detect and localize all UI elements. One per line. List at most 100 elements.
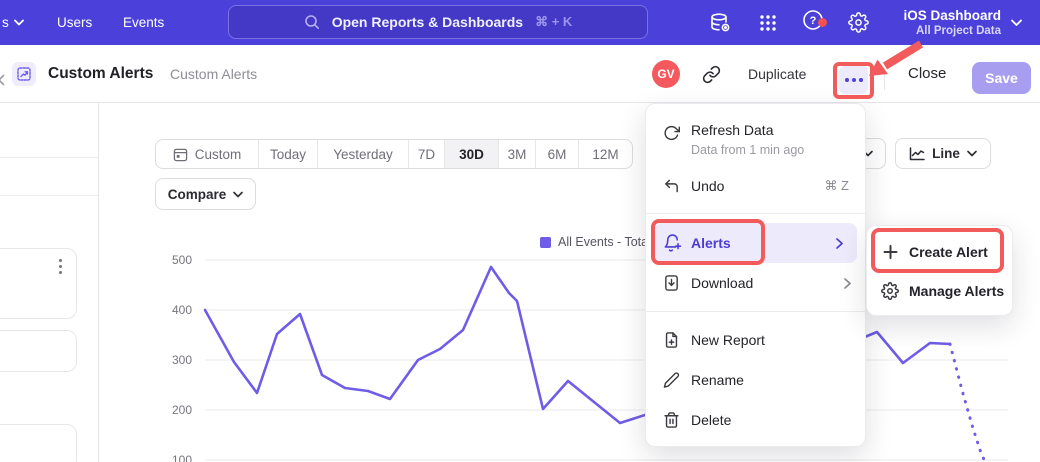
apps-grid-icon[interactable] <box>758 0 778 45</box>
trash-icon <box>663 412 680 429</box>
menu-item-rename[interactable]: Rename <box>646 360 865 400</box>
menu-item-refresh-data[interactable]: Refresh Data Data from 1 min ago <box>646 114 865 166</box>
left-sidebar <box>0 103 99 462</box>
menu-item-label: New Report <box>691 332 765 348</box>
y-axis-tick: 500 <box>152 253 192 267</box>
submenu-item-create-alert[interactable]: Create Alert <box>867 233 1012 271</box>
range-12m[interactable]: 12M <box>579 140 632 168</box>
more-options-button[interactable] <box>839 66 868 94</box>
menu-item-label: Refresh Data <box>691 122 773 138</box>
menu-item-download[interactable]: Download <box>646 263 865 303</box>
avatar-initials: GV <box>657 67 674 81</box>
menu-item-label: Delete <box>691 412 731 428</box>
range-custom[interactable]: Custom <box>156 140 259 168</box>
chart-type-button[interactable]: Line <box>895 138 991 169</box>
search-placeholder: Open Reports & Dashboards <box>332 14 523 30</box>
line-chart-icon <box>909 147 925 161</box>
chevron-down-icon <box>967 150 977 157</box>
search-icon <box>304 14 320 30</box>
plus-icon <box>883 245 898 260</box>
range-label: 6M <box>548 147 567 162</box>
collapse-chevron-icon[interactable] <box>0 73 6 91</box>
menu-item-subtext: Data from 1 min ago <box>691 143 804 157</box>
divider <box>0 157 98 158</box>
project-name: iOS Dashboard <box>903 8 1001 24</box>
nav-item-users[interactable]: Users <box>57 0 92 45</box>
chart-legend: All Events - Total <box>540 235 651 249</box>
calendar-icon <box>173 147 188 162</box>
submenu-item-label: Manage Alerts <box>909 283 1004 299</box>
sidebar-card[interactable] <box>0 424 77 462</box>
range-label: Today <box>270 147 306 162</box>
new-report-icon <box>663 332 680 349</box>
project-selector[interactable]: iOS Dashboard All Project Data <box>903 0 1022 45</box>
breadcrumb: Custom Alerts <box>170 66 257 82</box>
divider <box>646 213 865 214</box>
range-yesterday[interactable]: Yesterday <box>318 140 409 168</box>
nav-item-label: Events <box>123 15 164 30</box>
compare-button[interactable]: Compare <box>155 178 256 210</box>
chevron-right-icon <box>836 238 843 249</box>
kebab-menu-icon[interactable] <box>59 259 62 274</box>
y-axis-tick: 300 <box>152 353 192 367</box>
legend-swatch <box>540 237 551 248</box>
date-range-selector: Custom Today Yesterday 7D 30D 3M 6M 12M <box>155 139 633 169</box>
download-icon <box>663 275 680 292</box>
search-input[interactable]: Open Reports & Dashboards ⌘ + K <box>228 5 648 39</box>
y-axis-tick: 400 <box>152 303 192 317</box>
menu-item-label: Download <box>691 275 753 291</box>
submenu-item-manage-alerts[interactable]: Manage Alerts <box>867 272 1012 310</box>
data-management-icon[interactable] <box>708 0 732 45</box>
menu-item-label: Alerts <box>691 235 731 251</box>
range-today[interactable]: Today <box>259 140 318 168</box>
divider <box>884 68 885 90</box>
menu-item-label: Rename <box>691 372 744 388</box>
report-header: Custom Alerts Custom Alerts GV Duplicate… <box>0 45 1040 103</box>
page-title: Custom Alerts <box>48 65 153 83</box>
gear-icon <box>881 282 899 300</box>
range-30d-selected[interactable]: 30D <box>445 140 499 168</box>
divider <box>646 311 865 312</box>
range-label: 7D <box>418 147 435 162</box>
nav-item-events[interactable]: Events <box>123 0 164 45</box>
chart-type-label: Line <box>932 146 960 161</box>
menu-item-undo[interactable]: Undo ⌘ Z <box>646 166 865 206</box>
refresh-icon <box>663 125 680 142</box>
menu-item-alerts[interactable]: Alerts <box>654 223 857 263</box>
range-7d[interactable]: 7D <box>409 140 445 168</box>
nav-item-label: Users <box>57 15 92 30</box>
chevron-down-icon <box>1011 19 1022 27</box>
project-scope: All Project Data <box>903 24 1001 38</box>
report-type-icon <box>12 62 36 86</box>
help-icon[interactable]: ? <box>802 0 824 45</box>
range-label: Custom <box>195 147 242 162</box>
svg-text:?: ? <box>810 15 817 27</box>
notification-dot <box>818 18 827 27</box>
sidebar-card[interactable] <box>0 330 77 372</box>
duplicate-button[interactable]: Duplicate <box>748 66 806 82</box>
menu-item-label: Undo <box>691 178 724 194</box>
y-axis-tick: 200 <box>152 403 192 417</box>
settings-gear-icon[interactable] <box>848 0 869 45</box>
avatar[interactable]: GV <box>652 60 680 88</box>
submenu-item-label: Create Alert <box>909 244 988 260</box>
menu-item-new-report[interactable]: New Report <box>646 320 865 360</box>
dot <box>859 78 863 82</box>
y-axis-tick: 100 <box>152 453 192 462</box>
copy-link-icon[interactable] <box>702 65 721 89</box>
range-label: 3M <box>508 147 527 162</box>
legend-label: All Events - Total <box>558 235 651 249</box>
nav-item-truncated[interactable]: s <box>2 0 24 45</box>
range-3m[interactable]: 3M <box>499 140 536 168</box>
sidebar-card[interactable] <box>0 248 77 319</box>
menu-item-delete[interactable]: Delete <box>646 400 865 440</box>
close-button[interactable]: Close <box>908 65 946 82</box>
context-menu: Refresh Data Data from 1 min ago Undo ⌘ … <box>645 103 866 447</box>
chevron-right-icon <box>844 278 851 289</box>
chart-line-dashed <box>950 344 985 462</box>
save-button[interactable]: Save <box>972 62 1031 94</box>
range-6m[interactable]: 6M <box>536 140 579 168</box>
app-window: s Users Events Open Reports & Dashboards… <box>0 0 1040 462</box>
nav-item-label: s <box>2 15 9 30</box>
top-navigation-bar: s Users Events Open Reports & Dashboards… <box>0 0 1040 45</box>
